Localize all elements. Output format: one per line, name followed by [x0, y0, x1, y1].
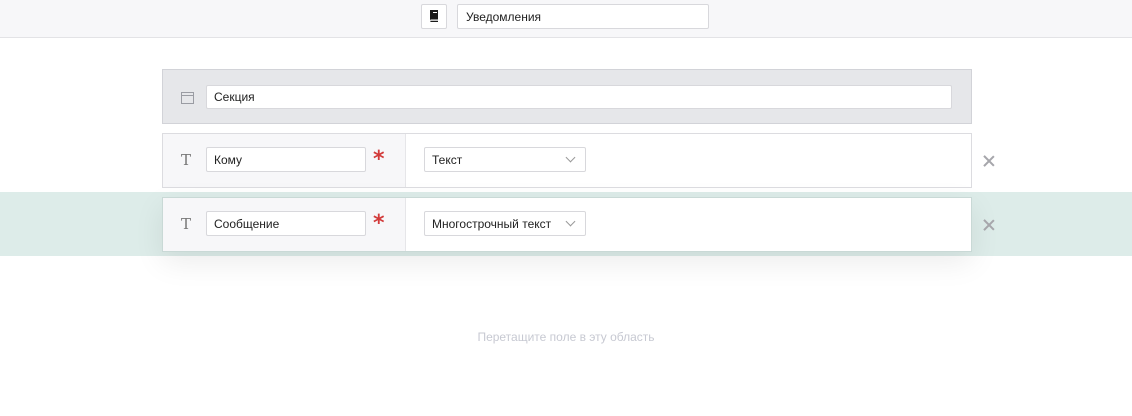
section-title-input[interactable]	[206, 85, 952, 109]
field-name-input[interactable]	[206, 211, 366, 236]
form-title-input[interactable]	[457, 4, 709, 29]
required-toggle[interactable]: *	[373, 213, 385, 235]
chevron-down-icon	[565, 152, 576, 163]
field-row[interactable]: T * Текст	[162, 133, 972, 188]
field-name-area: T *	[163, 134, 406, 187]
field-row-dragging[interactable]: T * Многострочный текст	[162, 197, 972, 252]
window-icon	[181, 92, 194, 104]
section-block[interactable]	[162, 69, 972, 124]
book-icon-button[interactable]	[421, 4, 447, 29]
remove-field-button[interactable]	[983, 155, 995, 167]
text-type-icon: T	[181, 215, 192, 233]
drop-zone-hint: Перетащите поле в эту область	[477, 330, 655, 344]
field-type-label: Текст	[432, 152, 463, 167]
text-type-icon: T	[181, 151, 192, 169]
book-icon	[430, 10, 438, 22]
field-name-area: T *	[163, 198, 406, 251]
field-type-select[interactable]: Многострочный текст	[424, 211, 586, 236]
top-bar	[0, 0, 1132, 38]
chevron-down-icon	[565, 216, 576, 227]
field-name-input[interactable]	[206, 147, 366, 172]
remove-field-button[interactable]	[983, 219, 995, 231]
field-type-select[interactable]: Текст	[424, 147, 586, 172]
required-toggle[interactable]: *	[373, 149, 385, 171]
field-type-label: Многострочный текст	[432, 216, 552, 231]
